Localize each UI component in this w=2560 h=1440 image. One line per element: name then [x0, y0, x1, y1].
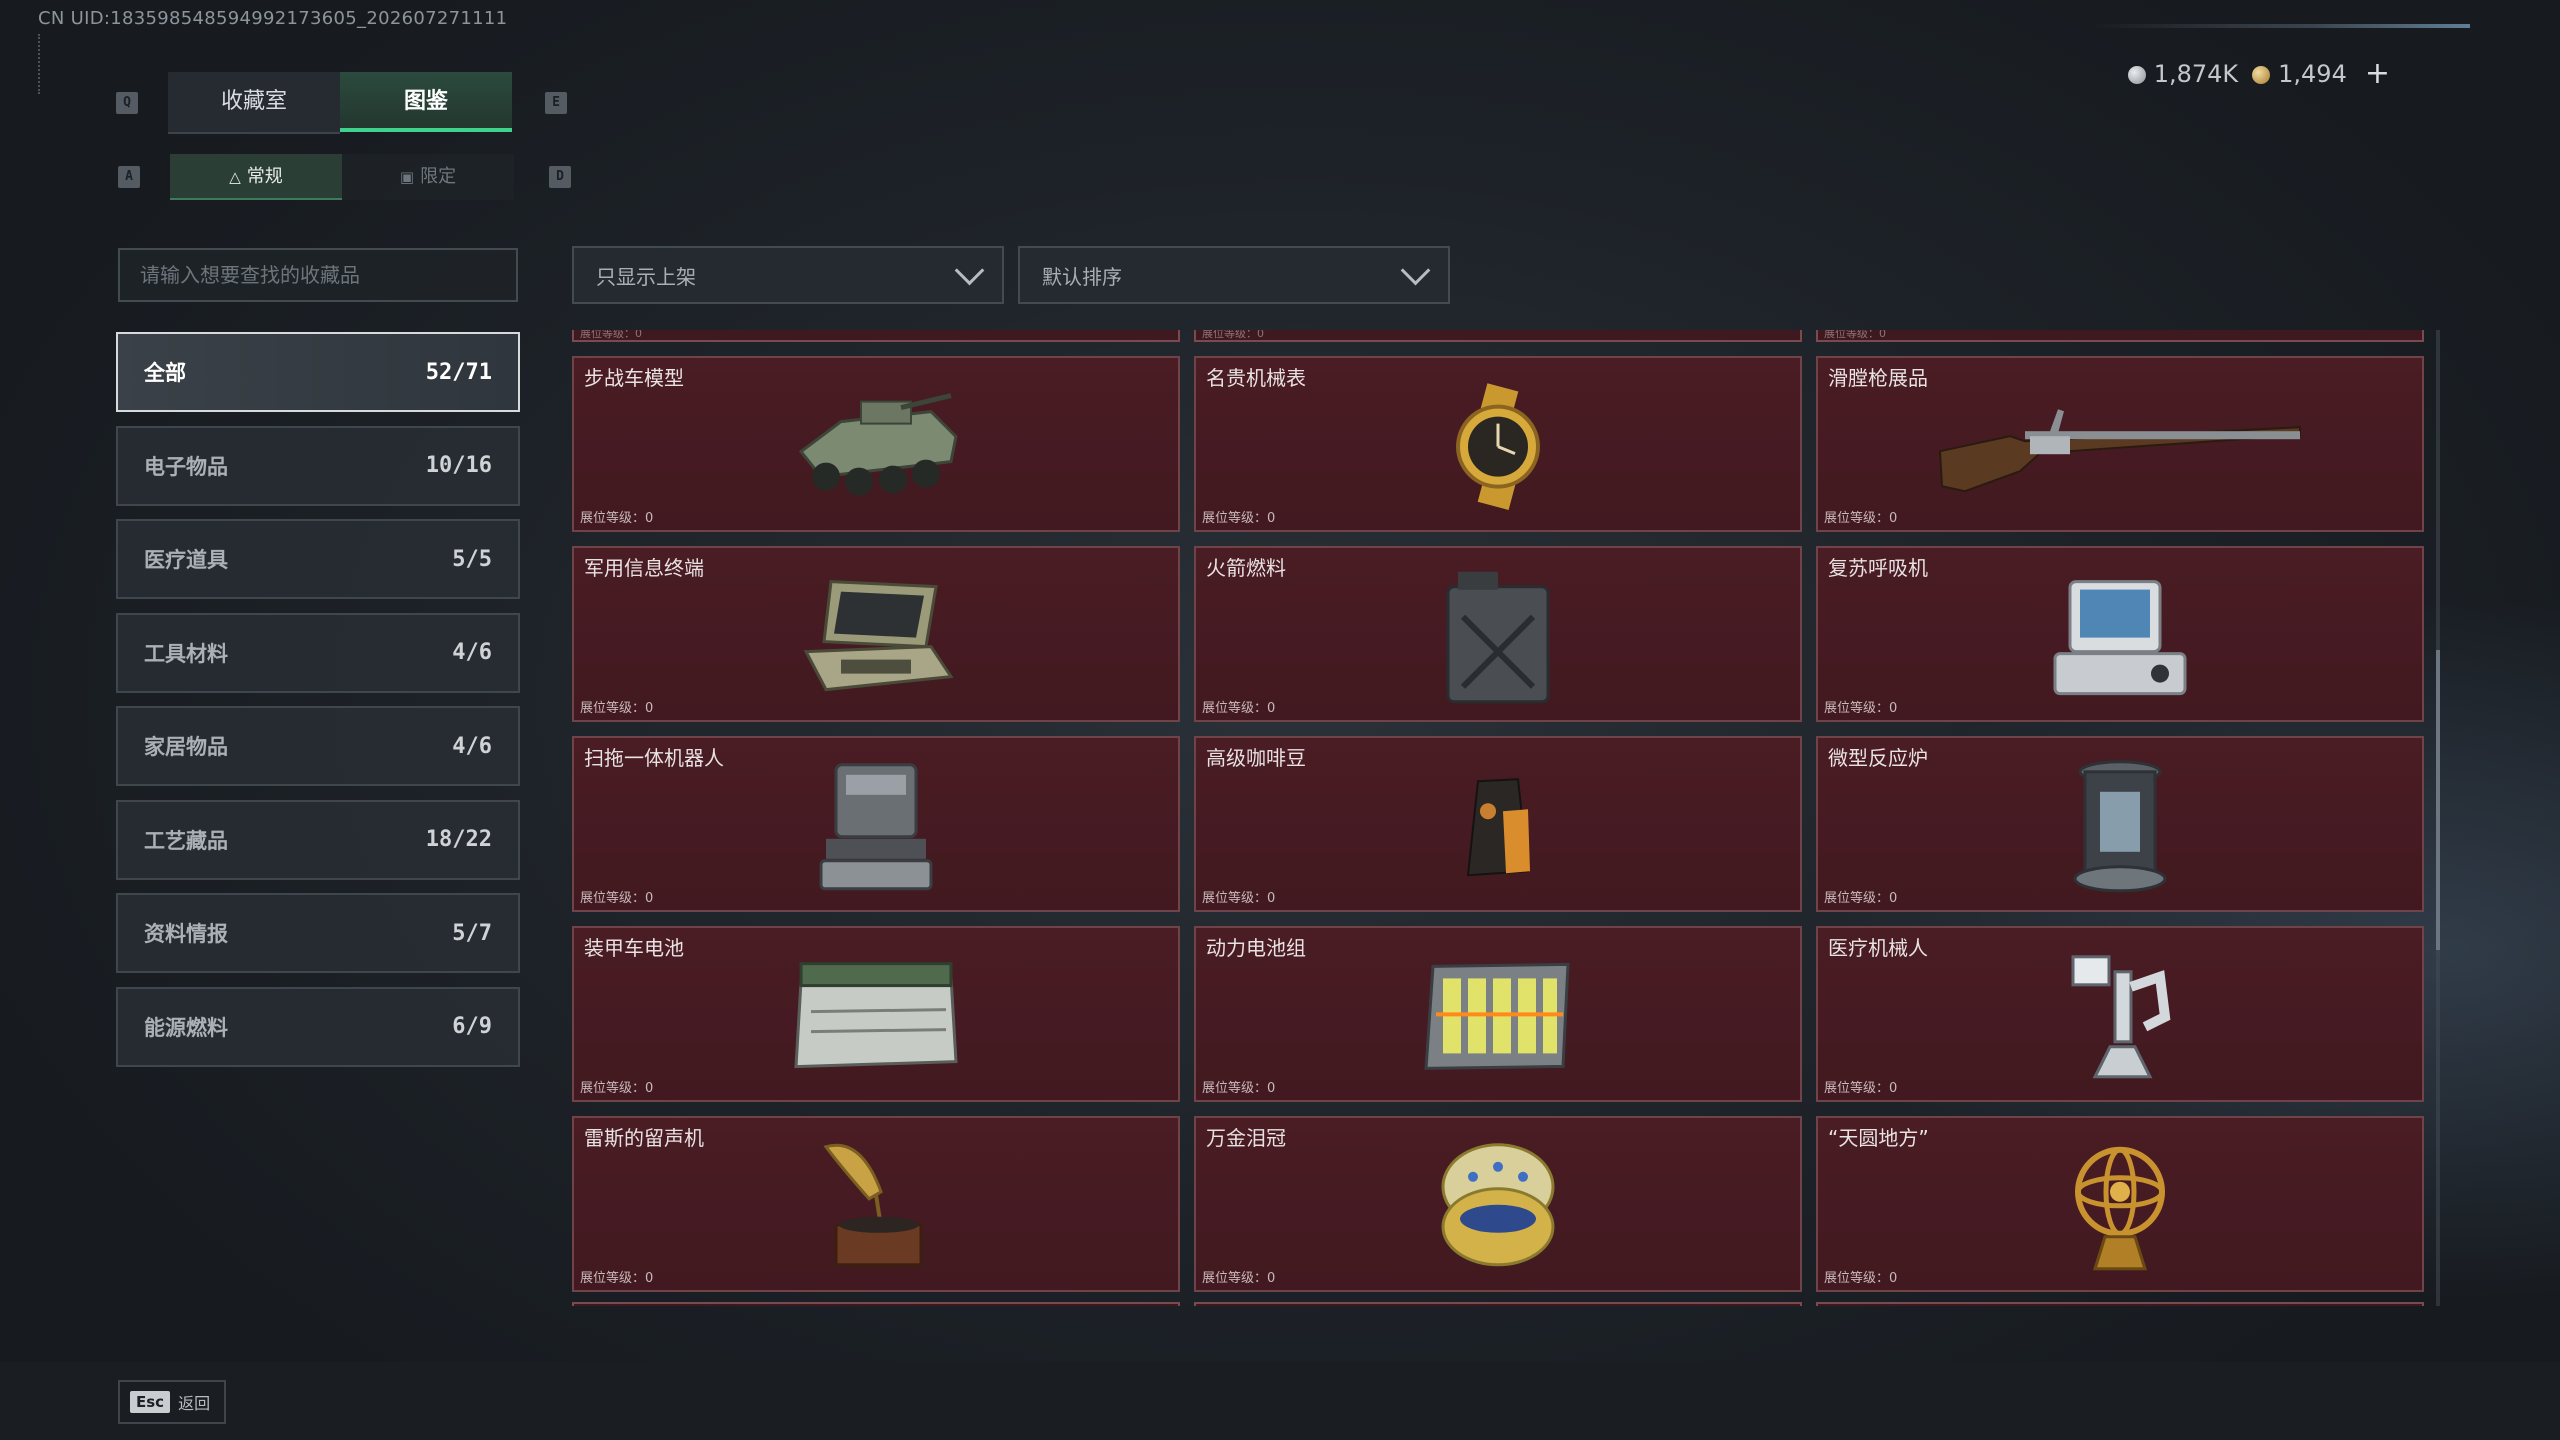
currency-bar: 1,874K 1,494 +	[2127, 56, 2390, 91]
partial-card: 展位等级：0	[1816, 330, 2424, 342]
armored-battery-icon	[794, 962, 958, 1069]
category-intel[interactable]: 资料情报 5/7	[116, 893, 520, 973]
currency-silver: 1,874K	[2127, 60, 2238, 88]
tab-collection-room[interactable]: 收藏室	[168, 72, 340, 134]
chevron-down-icon	[954, 255, 985, 285]
mini-reactor-icon	[2073, 760, 2167, 893]
back-button[interactable]: Esc 返回	[118, 1380, 226, 1424]
bottle-icon: △	[229, 168, 241, 186]
category-crafts[interactable]: 工艺藏品 18/22	[116, 799, 520, 880]
ifv-model-icon	[798, 393, 958, 496]
silver-coin-icon	[2127, 65, 2146, 84]
item-card[interactable]: 步战车模型 展位等级：0	[572, 356, 1180, 532]
player-uid: CN UID:183598548594992173605_20260727111…	[38, 8, 508, 29]
item-card[interactable]: 装甲车电池 展位等级：0	[572, 926, 1180, 1102]
military-terminal-icon	[803, 580, 954, 692]
partial-card	[1194, 1302, 1802, 1306]
item-card[interactable]: 火箭燃料 展位等级：0	[1194, 546, 1802, 722]
category-tools[interactable]: 工具材料 4/6	[116, 612, 520, 693]
main-tabs: 收藏室 图鉴	[168, 72, 512, 134]
category-fuel[interactable]: 能源燃料 6/9	[116, 986, 520, 1067]
key-hint-d: D	[549, 166, 571, 188]
category-medical[interactable]: 医疗道具 5/5	[116, 519, 520, 599]
sub-tabs: △ 常规 ▣ 限定	[170, 154, 514, 200]
decorative-line	[38, 34, 44, 94]
category-household[interactable]: 家居物品 4/6	[116, 706, 520, 786]
tab-limited[interactable]: ▣ 限定	[342, 154, 514, 200]
item-card[interactable]: “天圆地方” 展位等级：0	[1816, 1116, 2424, 1292]
battery-pack-icon	[1424, 962, 1570, 1070]
key-hint-a: A	[118, 166, 140, 188]
image-icon: ▣	[399, 168, 415, 186]
jeweled-egg-icon	[1441, 1143, 1555, 1267]
fuel-can-icon	[1446, 571, 1550, 704]
luxury-watch-icon	[1456, 383, 1540, 510]
partial-card: 展位等级：0	[1194, 330, 1802, 342]
gold-coin-icon	[2252, 65, 2271, 84]
shelf-filter-dropdown[interactable]: 只显示上架	[572, 246, 1004, 304]
partial-card	[572, 1302, 1180, 1306]
coffee-bag-icon	[1466, 778, 1530, 877]
key-hint-q: Q	[116, 92, 138, 114]
gramophone-icon	[823, 1143, 923, 1267]
ventilator-icon	[2053, 580, 2187, 696]
currency-gold: 1,494	[2252, 60, 2347, 88]
item-card[interactable]: 医疗机械人 展位等级：0	[1816, 926, 2424, 1102]
chevron-down-icon	[1400, 255, 1431, 285]
item-card[interactable]: 微型反应炉 展位等级：0	[1816, 736, 2424, 912]
armillary-sphere-icon	[2075, 1146, 2165, 1271]
sort-dropdown[interactable]: 默认排序	[1018, 246, 1450, 304]
category-all[interactable]: 全部 52/71	[116, 332, 520, 412]
partial-card	[1816, 1302, 2424, 1306]
musket-icon	[1938, 409, 2301, 493]
mop-robot-icon	[819, 763, 933, 891]
item-card[interactable]: 扫拖一体机器人 展位等级：0	[572, 736, 1180, 912]
tab-regular[interactable]: △ 常规	[170, 154, 342, 200]
item-card[interactable]: 雷斯的留声机 展位等级：0	[572, 1116, 1180, 1292]
item-card[interactable]: 复苏呼吸机 展位等级：0	[1816, 546, 2424, 722]
tab-catalog[interactable]: 图鉴	[340, 72, 512, 132]
esc-key-hint: Esc	[130, 1391, 171, 1413]
partial-card: 展位等级：0	[572, 330, 1180, 342]
category-list: 全部 52/71 电子物品 10/16 医疗道具 5/5 工具材料 4/6 家居物品 4/…	[116, 332, 520, 1080]
decorative-strip	[2090, 24, 2470, 28]
add-currency-button[interactable]: +	[2365, 56, 2390, 91]
scrollbar-thumb[interactable]	[2436, 650, 2440, 950]
search-input[interactable]	[118, 248, 518, 302]
category-electronics[interactable]: 电子物品 10/16	[116, 425, 520, 506]
item-card[interactable]: 动力电池组 展位等级：0	[1194, 926, 1802, 1102]
item-card[interactable]: 滑膛枪展品 展位等级：0	[1816, 356, 2424, 532]
item-grid: 展位等级：0 展位等级：0 展位等级：0 步战车模型 展位等级：0 名贵机械表 …	[572, 330, 2424, 1306]
item-card[interactable]: 高级咖啡豆 展位等级：0	[1194, 736, 1802, 912]
key-hint-e: E	[545, 92, 567, 114]
medical-robot-icon	[2071, 955, 2171, 1079]
bottom-bar	[0, 1362, 2560, 1440]
item-card[interactable]: 万金泪冠 展位等级：0	[1194, 1116, 1802, 1292]
item-card[interactable]: 名贵机械表 展位等级：0	[1194, 356, 1802, 532]
item-card[interactable]: 军用信息终端 展位等级：0	[572, 546, 1180, 722]
